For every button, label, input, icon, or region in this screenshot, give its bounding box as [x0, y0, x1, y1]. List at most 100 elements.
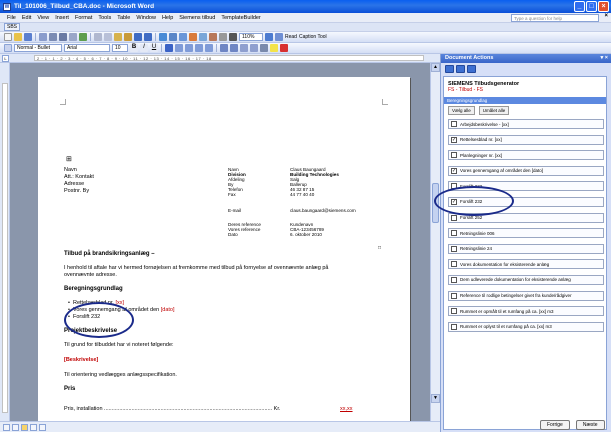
- zoom-select[interactable]: 110%: [239, 33, 263, 41]
- document-page[interactable]: ⊞ Navn Att.: Kontakt Adresse Postnr. By …: [38, 77, 410, 421]
- table-move-handle-icon[interactable]: ⊞: [66, 155, 72, 163]
- hyperlink-icon[interactable]: [159, 33, 167, 41]
- line-spacing-icon[interactable]: [205, 44, 213, 52]
- document-map-icon[interactable]: [219, 33, 227, 41]
- checkbox-item[interactable]: Arbejdsbeskrivelse - [xx]: [448, 119, 604, 129]
- close-document-icon[interactable]: ×: [604, 13, 608, 19]
- deselect-all-button[interactable]: Umålet alle: [478, 106, 510, 115]
- select-all-button[interactable]: Vælg alle: [448, 106, 475, 115]
- pane-close-icon[interactable]: ▾ ×: [600, 54, 608, 63]
- normal-view-icon[interactable]: [3, 423, 10, 431]
- insert-table-icon[interactable]: [179, 33, 187, 41]
- tables-icon[interactable]: [169, 33, 177, 41]
- open-folder-icon[interactable]: [14, 33, 22, 41]
- menu-edit[interactable]: Edit: [19, 15, 34, 21]
- vertical-scrollbar[interactable]: ▲ ▼: [430, 63, 440, 421]
- menu-templatebuilder[interactable]: TemplateBuilder: [218, 15, 263, 21]
- menu-file[interactable]: File: [4, 15, 19, 21]
- pane-forward-icon[interactable]: [456, 65, 465, 73]
- previous-button[interactable]: Forrige: [540, 420, 570, 430]
- checkbox-item[interactable]: Vores dokumentation for eksisterende anl…: [448, 259, 604, 270]
- font-color-icon[interactable]: [280, 44, 288, 52]
- highlight-icon[interactable]: [270, 44, 278, 52]
- menu-format[interactable]: Format: [72, 15, 95, 21]
- scroll-down-icon[interactable]: ▼: [431, 394, 440, 403]
- checkbox-item[interactable]: Rummet er opmålt til et rumfang på ca. […: [448, 306, 604, 317]
- web-view-icon[interactable]: [12, 423, 19, 431]
- show-hide-icon[interactable]: [229, 33, 237, 41]
- border-icon[interactable]: [260, 44, 268, 52]
- italic-icon[interactable]: I: [140, 44, 148, 52]
- menu-window[interactable]: Window: [133, 15, 159, 21]
- style-select[interactable]: Normal - Bullet: [14, 44, 62, 52]
- cut-icon[interactable]: [94, 33, 102, 41]
- paste-icon[interactable]: [114, 33, 122, 41]
- checkbox-item[interactable]: Planlegninger nr. [xx]: [448, 150, 604, 161]
- checkbox-item[interactable]: Reference til rodlige betingelser givet …: [448, 290, 604, 301]
- help-search-input[interactable]: Type a question for help: [511, 14, 599, 22]
- spelling-icon[interactable]: [79, 33, 87, 41]
- tab-selector[interactable]: L: [2, 55, 9, 62]
- reading-view-icon[interactable]: [39, 423, 46, 431]
- pane-back-icon[interactable]: [445, 65, 454, 73]
- format-painter-icon[interactable]: [124, 33, 132, 41]
- checkbox-item[interactable]: Dem udleverede dokumentation for eksiste…: [448, 274, 604, 285]
- sender-fax: 44 77 40 40: [290, 192, 315, 197]
- align-center-icon[interactable]: [175, 44, 183, 52]
- menu-bar: File Edit View Insert Format Tools Table…: [0, 13, 611, 23]
- font-select[interactable]: Arial: [64, 44, 110, 52]
- permission-icon[interactable]: [39, 33, 47, 41]
- menu-view[interactable]: View: [34, 15, 52, 21]
- save-icon[interactable]: [24, 33, 32, 41]
- numbering-icon[interactable]: [220, 44, 228, 52]
- minimize-button[interactable]: _: [574, 1, 585, 12]
- scroll-up-icon[interactable]: ▲: [431, 63, 440, 72]
- increase-indent-icon[interactable]: [250, 44, 258, 52]
- align-left-icon[interactable]: [165, 44, 173, 52]
- justify-icon[interactable]: [195, 44, 203, 52]
- new-document-icon[interactable]: [4, 33, 12, 41]
- checkbox-item[interactable]: ✓ Rettelsesblad nr. [xx]: [448, 134, 604, 145]
- insert-excel-icon[interactable]: [189, 33, 197, 41]
- styles-pane-icon[interactable]: [4, 44, 12, 52]
- menu-help[interactable]: Help: [159, 15, 176, 21]
- checkbox-item[interactable]: Retningslinie 006: [448, 228, 604, 239]
- print-preview-icon[interactable]: [69, 33, 77, 41]
- underline-icon[interactable]: U: [150, 44, 158, 52]
- menu-siemens-tilbud[interactable]: Siemens tilbud: [176, 15, 218, 21]
- caption-tool-button[interactable]: Caption Tool: [299, 34, 327, 40]
- bullets-icon[interactable]: [230, 44, 238, 52]
- menu-tools[interactable]: Tools: [95, 15, 114, 21]
- font-size-select[interactable]: 10: [112, 44, 128, 52]
- next-button[interactable]: Næste: [575, 420, 605, 430]
- close-button[interactable]: ×: [598, 1, 609, 12]
- print-layout-icon[interactable]: [21, 423, 28, 431]
- checkbox-item[interactable]: Retningslinie 24: [448, 243, 604, 254]
- maximize-button[interactable]: □: [586, 1, 597, 12]
- checkbox-item[interactable]: Rummet er oplyst til et rumfang på ca. […: [448, 321, 604, 332]
- drawing-icon[interactable]: [209, 33, 217, 41]
- print-icon[interactable]: [59, 33, 67, 41]
- copy-icon[interactable]: [104, 33, 112, 41]
- email-icon[interactable]: [49, 33, 57, 41]
- word-app-icon[interactable]: W: [3, 2, 11, 11]
- ruler-scale[interactable]: 2 · 1 · 1 · 2 · 3 · 4 · 5 · 6 · 7 · 8 · …: [34, 55, 424, 61]
- help-icon[interactable]: [265, 33, 273, 41]
- checkbox-item[interactable]: ✓ Vores gennemgang af området den [dato]: [448, 165, 604, 176]
- menu-table[interactable]: Table: [114, 15, 133, 21]
- redo-icon[interactable]: [144, 33, 152, 41]
- outline-view-icon[interactable]: [30, 423, 37, 431]
- bold-icon[interactable]: B: [130, 44, 138, 52]
- decrease-indent-icon[interactable]: [240, 44, 248, 52]
- pane-home-icon[interactable]: [467, 65, 476, 73]
- offer-heading: Tilbud på brandsikringsanlæg –: [64, 251, 155, 257]
- vertical-ruler: [0, 63, 10, 421]
- menu-insert[interactable]: Insert: [52, 15, 72, 21]
- read-icon[interactable]: [275, 33, 283, 41]
- sbs-dropdown[interactable]: SBS: [4, 23, 21, 31]
- undo-icon[interactable]: [134, 33, 142, 41]
- calculation-basis-heading: Beregningsgrundlag: [64, 286, 123, 292]
- align-right-icon[interactable]: [185, 44, 193, 52]
- read-button[interactable]: Read: [285, 34, 297, 40]
- columns-icon[interactable]: [199, 33, 207, 41]
